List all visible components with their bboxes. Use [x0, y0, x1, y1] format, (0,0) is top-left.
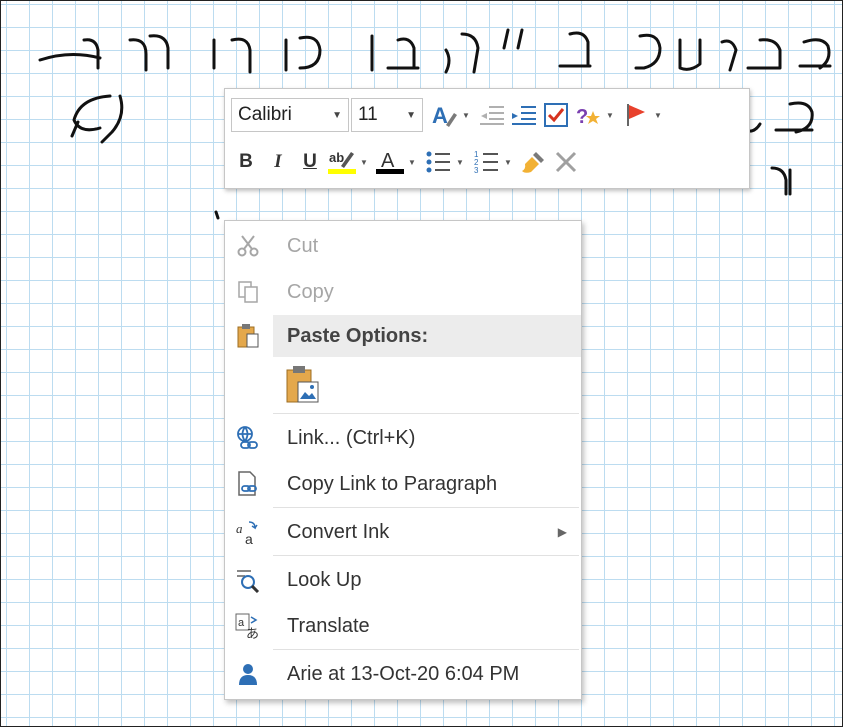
- font-name-combobox[interactable]: Calibri ▼: [231, 98, 349, 132]
- chevron-down-icon[interactable]: ▼: [359, 147, 369, 177]
- toolbar-row-2: B I U ab ▼ A ▼ ▼ 123 ▼: [231, 144, 583, 180]
- font-name-value: Calibri: [238, 104, 292, 125]
- italic-button[interactable]: I: [263, 147, 293, 177]
- menu-item-copy[interactable]: Copy: [225, 271, 581, 313]
- svg-text:A: A: [381, 150, 395, 172]
- increase-indent-icon: [512, 106, 536, 125]
- menu-item-label: Translate: [287, 614, 370, 637]
- menu-separator: [273, 649, 579, 650]
- styles-button[interactable]: A: [429, 100, 459, 130]
- numbered-list-icon: 123: [474, 150, 498, 175]
- close-icon: [555, 151, 577, 173]
- menu-separator: [273, 413, 579, 414]
- menu-item-label: Link... (Ctrl+K): [287, 426, 416, 449]
- chevron-down-icon[interactable]: ▼: [455, 147, 465, 177]
- bullet-list-icon: [426, 151, 450, 173]
- menu-item-look-up[interactable]: Look Up: [225, 559, 581, 601]
- menu-item-copy-link-to-paragraph[interactable]: Copy Link to Paragraph: [225, 463, 581, 505]
- clipboard-icon: [233, 321, 263, 351]
- translate-icon: aあ: [233, 611, 263, 641]
- menu-item-label: Convert Ink: [287, 520, 390, 543]
- person-icon: [233, 659, 263, 689]
- underline-button[interactable]: U: [295, 147, 325, 177]
- menu-item-author-info[interactable]: Arie at 13-Oct-20 6:04 PM: [225, 653, 581, 695]
- bullets-button[interactable]: [423, 147, 453, 177]
- menu-item-label: Copy: [287, 280, 334, 303]
- menu-item-translate[interactable]: aあ Translate: [225, 605, 581, 647]
- bold-label: B: [239, 151, 253, 172]
- decrease-indent-button[interactable]: [477, 100, 507, 130]
- convert-ink-icon: aa: [233, 517, 263, 547]
- outlook-task-button[interactable]: [621, 100, 651, 130]
- format-painter-button[interactable]: [519, 147, 549, 177]
- document-link-icon: [233, 469, 263, 499]
- svg-text:あ: あ: [246, 627, 259, 639]
- increase-indent-button[interactable]: [509, 100, 539, 130]
- mini-formatting-toolbar: Calibri ▼ 11 ▼ A ▼ ? ▼ ▼ B I U ab ▼ A ▼ …: [224, 88, 750, 189]
- menu-item-label: Cut: [287, 234, 319, 257]
- tag-star-icon: ?: [576, 106, 600, 128]
- context-menu: Cut Copy Paste Options: Link... (Ctrl+K): [224, 220, 582, 700]
- checkbox-icon: [544, 103, 568, 127]
- chevron-down-icon: ▼: [406, 109, 416, 121]
- bold-button[interactable]: B: [231, 147, 261, 177]
- paste-as-picture-button[interactable]: [283, 363, 323, 407]
- menu-separator: [273, 555, 579, 556]
- chevron-down-icon[interactable]: ▼: [653, 100, 663, 130]
- link-globe-icon: [233, 423, 263, 453]
- svg-text:A: A: [432, 103, 448, 128]
- svg-text:a: a: [236, 521, 243, 536]
- chevron-down-icon[interactable]: ▼: [407, 147, 417, 177]
- chevron-down-icon[interactable]: ▼: [605, 100, 615, 130]
- chevron-down-icon[interactable]: ▼: [461, 100, 471, 130]
- look-up-icon: [233, 565, 263, 595]
- todo-tag-button[interactable]: [541, 100, 571, 130]
- paintbrush-icon: [522, 152, 544, 173]
- menu-item-label: Look Up: [287, 568, 362, 591]
- chevron-down-icon[interactable]: ▼: [503, 147, 513, 177]
- highlight-button[interactable]: ab: [327, 147, 357, 177]
- menu-item-link[interactable]: Link... (Ctrl+K): [225, 417, 581, 459]
- highlighter-icon: ab: [328, 150, 356, 174]
- text-style-icon: A: [432, 103, 457, 128]
- paste-options-label: Paste Options:: [287, 324, 429, 347]
- svg-text:3: 3: [474, 166, 479, 175]
- copy-icon: [233, 277, 263, 307]
- svg-text:ab: ab: [329, 150, 344, 165]
- submenu-arrow-icon: ▶: [557, 525, 567, 539]
- font-size-value: 11: [358, 104, 378, 125]
- font-color-button[interactable]: A: [375, 147, 405, 177]
- scissors-icon: [233, 231, 263, 261]
- menu-item-label: Arie at 13-Oct-20 6:04 PM: [287, 662, 520, 685]
- chevron-down-icon: ▼: [332, 109, 342, 121]
- flag-icon: [627, 104, 645, 126]
- tag-button[interactable]: ?: [573, 100, 603, 130]
- svg-text:a: a: [245, 531, 253, 545]
- svg-text:a: a: [238, 617, 245, 629]
- font-color-icon: A: [376, 150, 404, 174]
- menu-item-label: Copy Link to Paragraph: [287, 472, 498, 495]
- italic-label: I: [274, 151, 282, 172]
- paste-picture-icon: [286, 366, 319, 403]
- paste-options-header: Paste Options:: [273, 315, 581, 357]
- decrease-indent-icon: [480, 106, 504, 125]
- font-size-combobox[interactable]: 11 ▼: [351, 98, 423, 132]
- svg-text:?: ?: [576, 106, 588, 128]
- toolbar-row-1: Calibri ▼ 11 ▼ A ▼ ? ▼ ▼: [231, 97, 669, 133]
- menu-separator: [273, 507, 579, 508]
- numbering-button[interactable]: 123: [471, 147, 501, 177]
- underline-label: U: [303, 151, 317, 172]
- menu-item-cut[interactable]: Cut: [225, 225, 581, 267]
- clear-formatting-button[interactable]: [551, 147, 581, 177]
- menu-item-convert-ink[interactable]: aa Convert Ink ▶: [225, 511, 581, 553]
